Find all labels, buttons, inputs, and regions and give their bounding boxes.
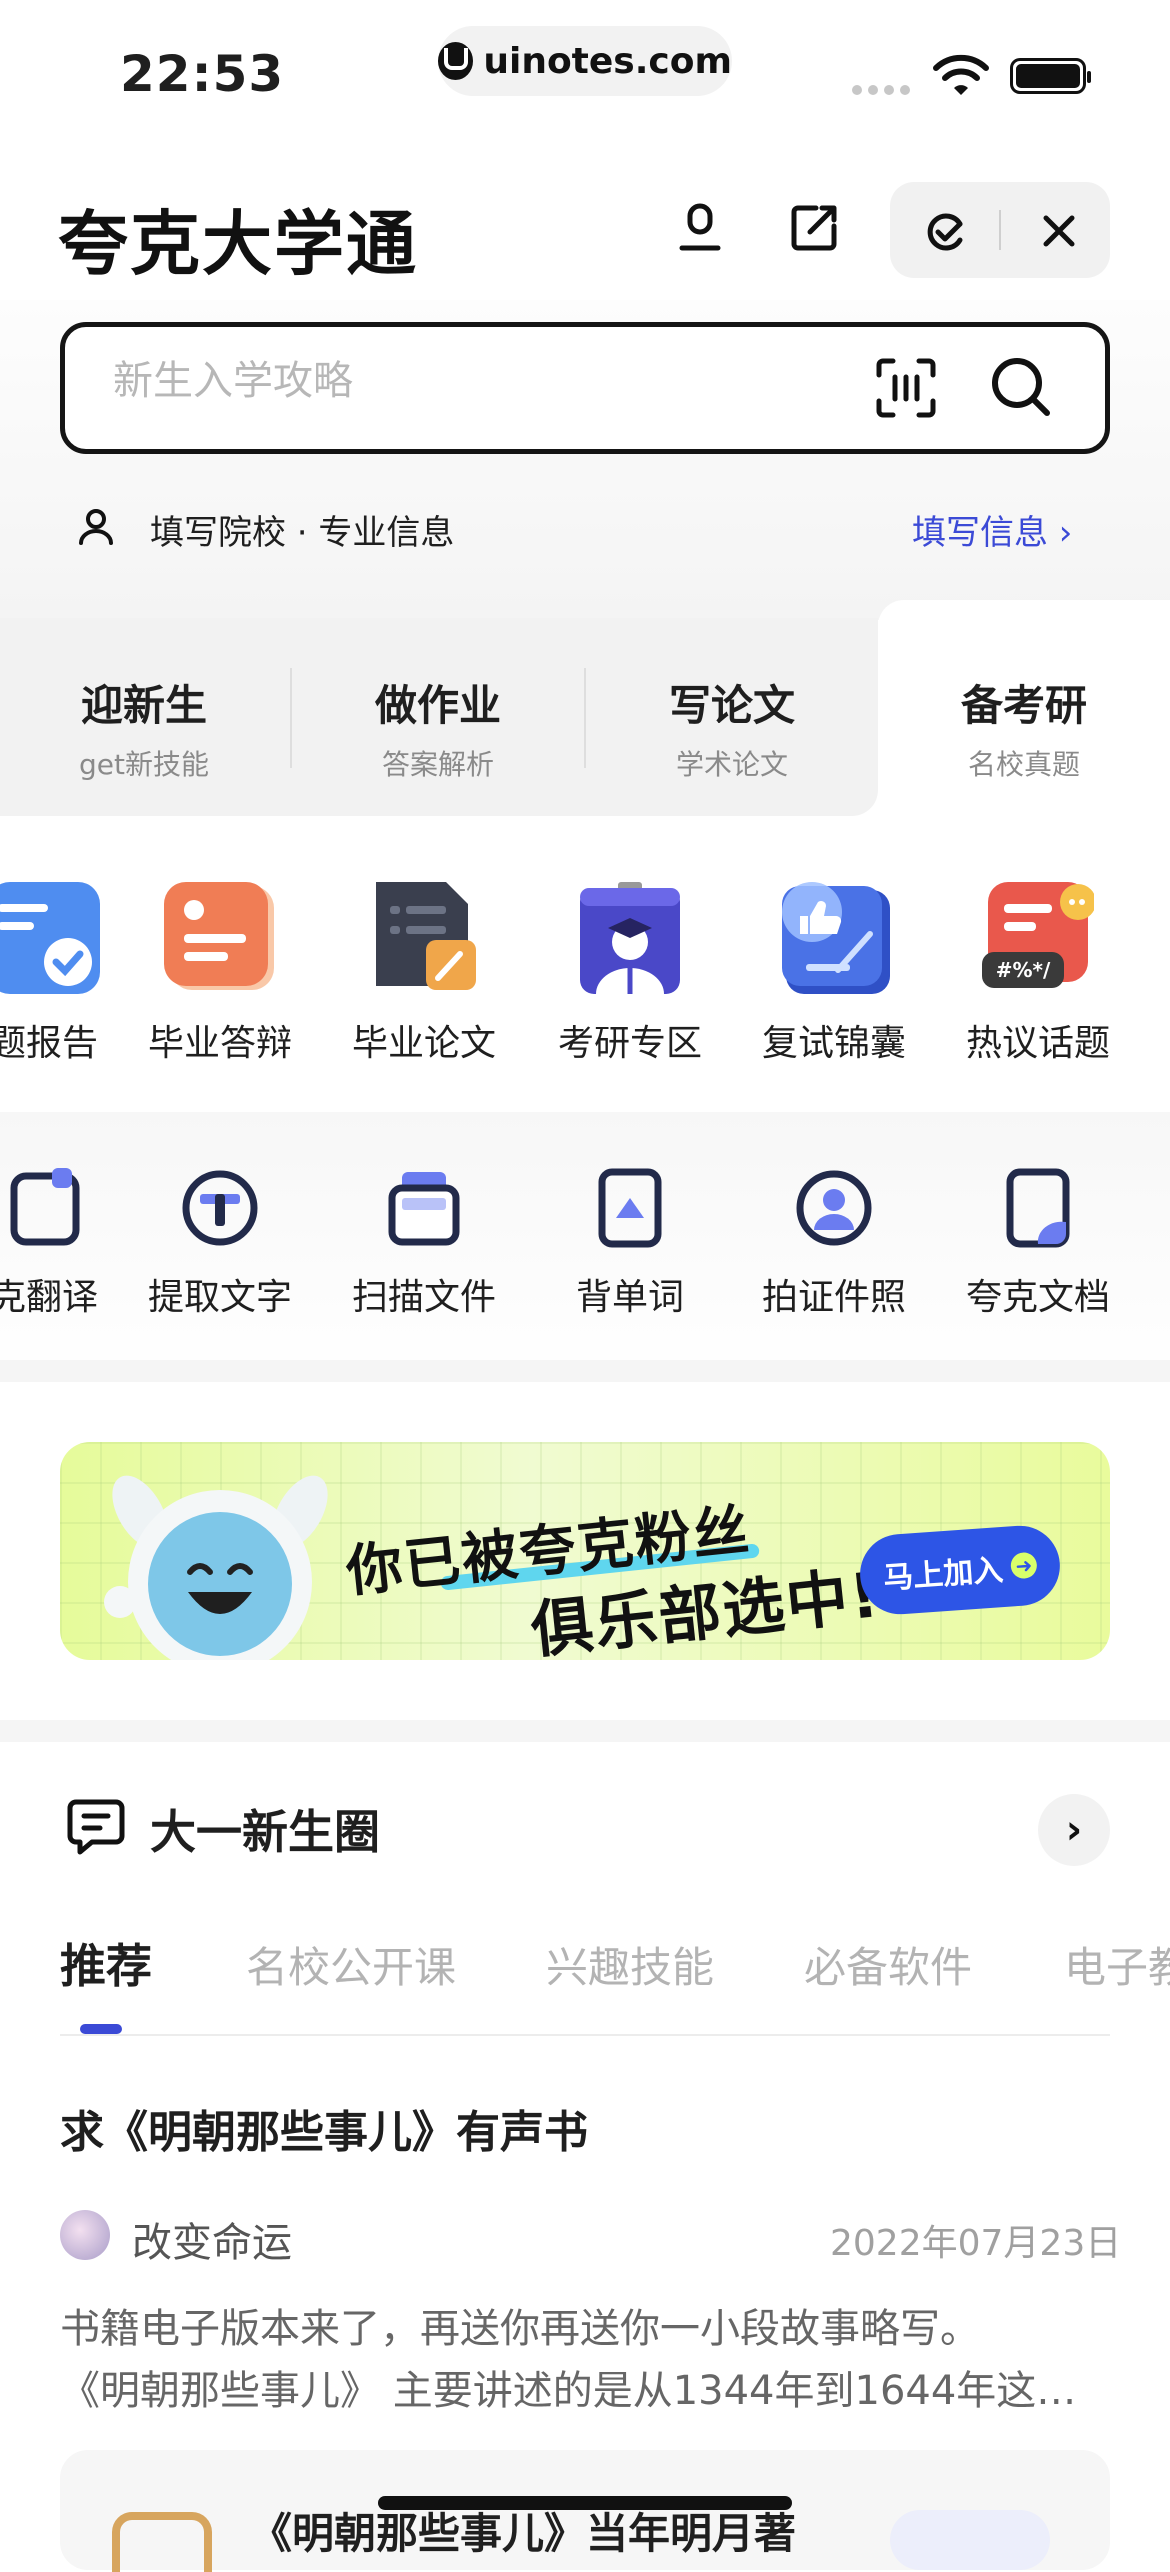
active-tab-indicator <box>80 2024 122 2034</box>
post-excerpt[interactable]: 书籍电子版本来了，再送你再送你一小段故事略写。 《明朝那些事儿》 主要讲述的是从… <box>60 2298 1110 2422</box>
graduate-icon <box>574 882 686 994</box>
vocabulary-icon <box>590 1168 670 1248</box>
search-icon[interactable] <box>989 355 1053 419</box>
tab-subtitle: 答案解析 <box>381 748 494 781</box>
join-now-label: 马上加入 <box>882 1553 1005 1597</box>
url-text: uinotes.com <box>483 40 732 82</box>
tab-subtitle: get新技能 <box>79 748 209 781</box>
person-icon <box>79 509 113 545</box>
document-icon <box>998 1168 1078 1248</box>
scan-file-icon <box>384 1168 464 1248</box>
tab-subtitle: 学术论文 <box>675 748 788 781</box>
arrow-right-icon: ➜ <box>1009 1551 1038 1580</box>
fan-club-banner[interactable]: 你已被夸克粉丝 俱乐部选中! 马上加入 ➜ <box>60 1442 1110 1660</box>
tool-label: 毕业论文 <box>351 1023 496 1064</box>
tool-retest-tips[interactable]: 复试锦囊 <box>734 882 934 1066</box>
section-divider <box>0 1360 1170 1382</box>
tab-title: 做作业 <box>374 681 501 730</box>
svg-text:#%*/: #%*/ <box>996 958 1051 982</box>
defense-icon <box>164 882 276 994</box>
chat-bubble-icon <box>67 1799 125 1855</box>
wifi-icon <box>933 54 989 95</box>
join-now-button[interactable]: 马上加入 ➜ <box>857 1523 1063 1617</box>
post-excerpt-line: 《明朝那些事儿》 主要讲述的是从1344年到1644年这… <box>60 2368 1077 2414</box>
feed-tab-recommend[interactable]: 推荐 <box>60 1930 152 1996</box>
tabs-divider <box>60 2034 1110 2036</box>
tab-homework[interactable]: 做作业 答案解析 <box>292 672 584 783</box>
tool-label: 复试锦囊 <box>761 1023 906 1064</box>
page-title: 夸克大学通 <box>58 203 418 285</box>
tool-label: 夸克文档 <box>965 1277 1110 1318</box>
tab-subtitle: 名校真题 <box>967 748 1080 781</box>
tool-label: 热议话题 <box>965 1023 1110 1064</box>
site-logo-icon <box>438 42 474 80</box>
tool-defense[interactable]: 毕业答辩 <box>120 882 320 1066</box>
report-icon <box>0 882 100 994</box>
post-excerpt-line: 书籍电子版本来了，再送你再送你一小段故事略写。 <box>60 2306 980 2352</box>
tab-thesis[interactable]: 写论文 学术论文 <box>586 672 878 783</box>
tool-label: 扫描文件 <box>351 1277 496 1318</box>
tool-graduate-zone[interactable]: 考研专区 <box>530 882 730 1066</box>
mascot-illustration <box>104 1475 328 1660</box>
fill-info-link[interactable]: 填写信息 › <box>912 505 1072 554</box>
id-photo-icon <box>794 1168 874 1248</box>
tool-thesis[interactable]: 毕业论文 <box>324 882 524 1066</box>
cloud-sync-icon[interactable] <box>920 206 970 256</box>
search-box[interactable] <box>60 322 1110 454</box>
tool-quark-document[interactable]: 夸克文档 <box>938 1168 1138 1320</box>
tool-vocabulary[interactable]: 背单词 <box>530 1168 730 1320</box>
home-indicator <box>378 2496 792 2510</box>
tab-title: 写论文 <box>668 681 795 730</box>
tool-label: 考研专区 <box>557 1023 702 1064</box>
post-author[interactable]: 改变命运 <box>132 2210 292 2268</box>
thesis-icon <box>368 882 480 994</box>
url-pill[interactable]: uinotes.com <box>438 26 732 96</box>
search-input[interactable] <box>111 357 815 405</box>
topic-icon: #%*/ <box>982 882 1096 994</box>
book-card-button[interactable] <box>890 2510 1050 2570</box>
translate-icon <box>4 1168 84 1248</box>
tab-title: 备考研 <box>960 681 1087 730</box>
extract-text-icon <box>180 1168 260 1248</box>
post-title[interactable]: 求《明朝那些事儿》有声书 <box>60 2096 588 2160</box>
feed-tab-open-courses[interactable]: 名校公开课 <box>246 1934 456 1995</box>
avatar[interactable] <box>60 2210 110 2260</box>
feed-tab-software[interactable]: 必备软件 <box>804 1934 972 1995</box>
tool-label: 提取文字 <box>147 1277 292 1318</box>
book-icon <box>112 2512 212 2572</box>
tab-postgrad[interactable]: 备考研 名校真题 <box>878 672 1170 783</box>
cellular-signal-icon <box>852 85 914 95</box>
tool-hot-topics[interactable]: #%*/ 热议话题 <box>938 882 1138 1066</box>
user-icon[interactable] <box>672 200 728 256</box>
scan-icon[interactable] <box>875 357 937 419</box>
tool-scan-file[interactable]: 扫描文件 <box>324 1168 524 1320</box>
tab-title: 迎新生 <box>80 681 207 730</box>
school-info-label: 填写院校 · 专业信息 <box>150 513 455 553</box>
tool-id-photo[interactable]: 拍证件照 <box>734 1168 934 1320</box>
share-icon[interactable] <box>786 200 842 256</box>
circle-title: 大一新生圈 <box>150 1805 380 1859</box>
close-icon[interactable] <box>1034 206 1084 256</box>
section-divider <box>0 1720 1170 1742</box>
mini-program-capsule <box>890 182 1110 278</box>
feed-tab-skills[interactable]: 兴趣技能 <box>546 1934 714 1995</box>
tool-label: 背单词 <box>575 1277 684 1318</box>
battery-icon <box>1010 58 1091 94</box>
tips-icon <box>778 882 890 994</box>
tool-extract-text[interactable]: 提取文字 <box>120 1168 320 1320</box>
tab-welcome[interactable]: 迎新生 get新技能 <box>0 672 290 783</box>
feed-tab-ebooks[interactable]: 电子教 <box>1064 1934 1170 1995</box>
tool-label: 拍证件照 <box>761 1277 906 1318</box>
post-date: 2022年07月23日 <box>830 2223 1122 2264</box>
chevron-right-icon[interactable]: › <box>1038 1794 1110 1866</box>
tool-label: 毕业答辩 <box>147 1023 292 1064</box>
status-time: 22:53 <box>120 45 285 103</box>
